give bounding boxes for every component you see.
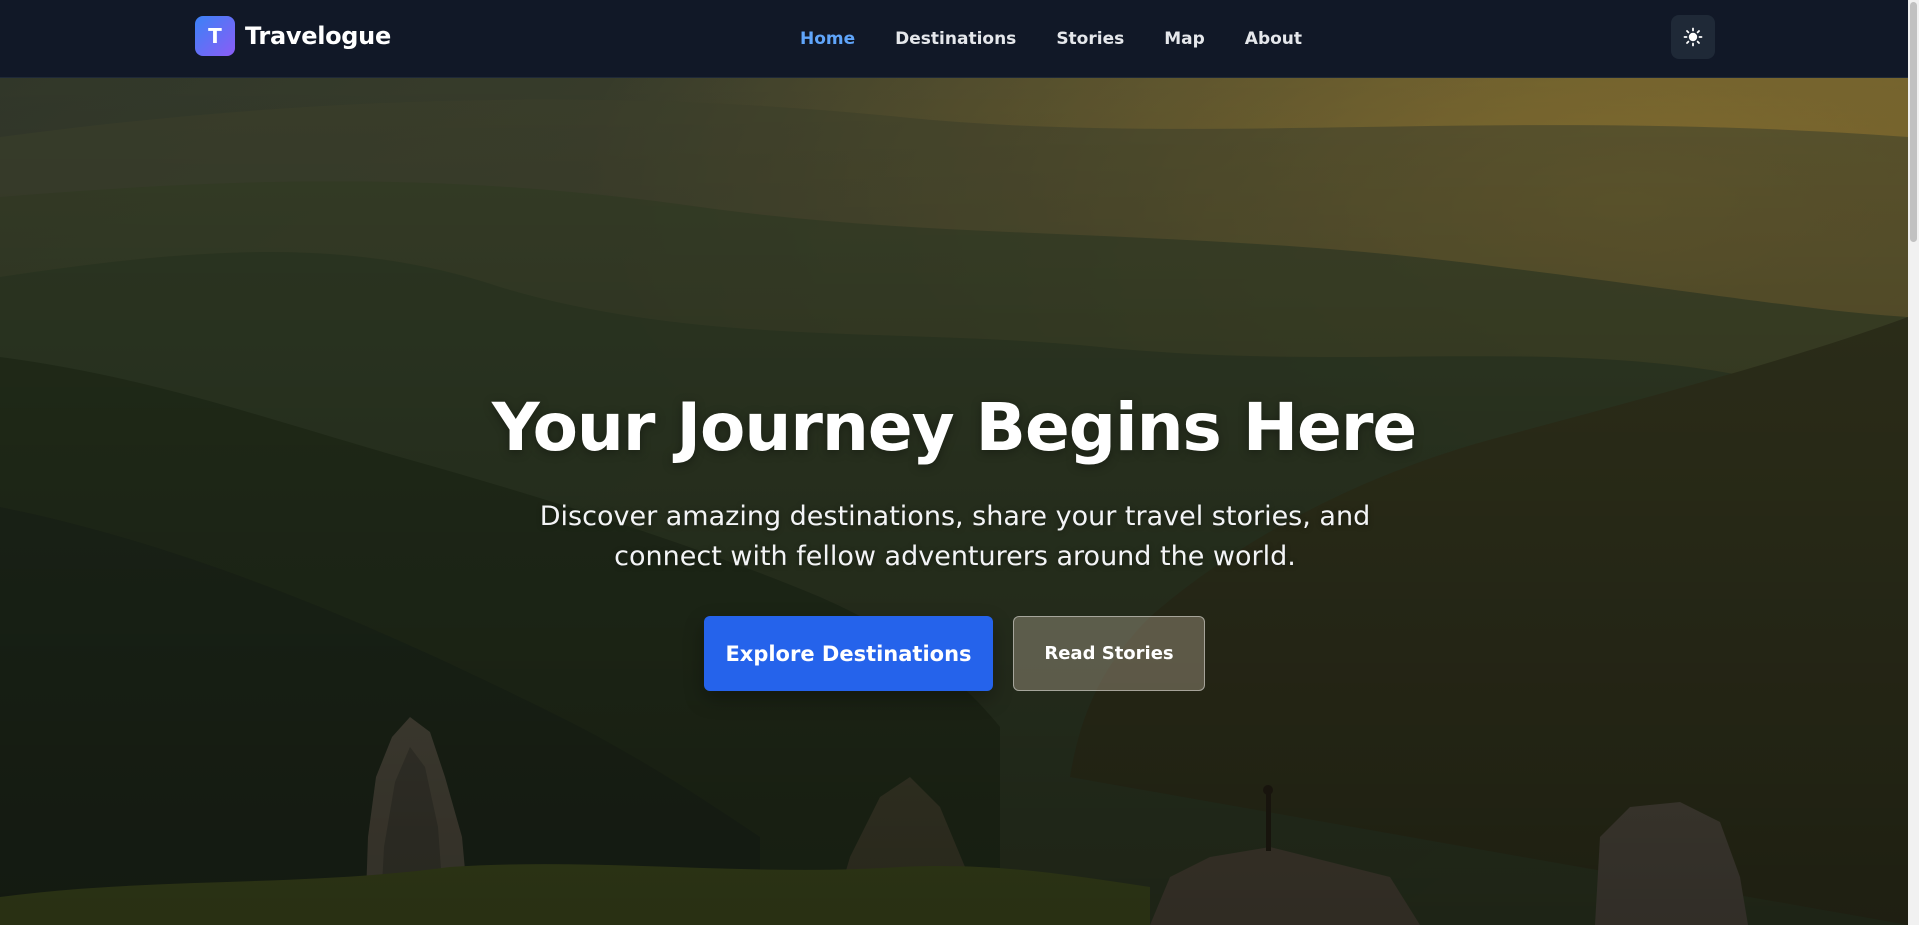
nav-link-map[interactable]: Map (1144, 29, 1225, 49)
nav-link-about[interactable]: About (1225, 29, 1322, 49)
main-nav: Home Destinations Stories Map About (780, 0, 1322, 77)
brand-name: Travelogue (245, 22, 391, 50)
nav-link-home[interactable]: Home (780, 29, 875, 49)
nav-link-destinations[interactable]: Destinations (875, 29, 1036, 49)
nav-link-stories[interactable]: Stories (1036, 29, 1144, 49)
sun-icon (1683, 27, 1703, 47)
hero-title: Your Journey Begins Here (491, 389, 1417, 466)
brand-logo: T (195, 16, 235, 56)
hero-content: Your Journey Begins Here Discover amazin… (0, 77, 1908, 925)
navbar: T Travelogue Home Destinations Stories M… (0, 0, 1908, 78)
theme-toggle-button[interactable] (1671, 15, 1715, 59)
page-scrollbar[interactable] (1908, 0, 1919, 925)
read-stories-button[interactable]: Read Stories (1013, 616, 1205, 691)
hero-section: Your Journey Begins Here Discover amazin… (0, 77, 1908, 925)
brand-home-link[interactable]: T Travelogue (195, 16, 391, 56)
page: T Travelogue Home Destinations Stories M… (0, 0, 1919, 925)
hero-subtitle: Discover amazing destinations, share you… (539, 501, 1371, 572)
scrollbar-thumb[interactable] (1910, 2, 1917, 242)
explore-destinations-button[interactable]: Explore Destinations (704, 616, 993, 691)
